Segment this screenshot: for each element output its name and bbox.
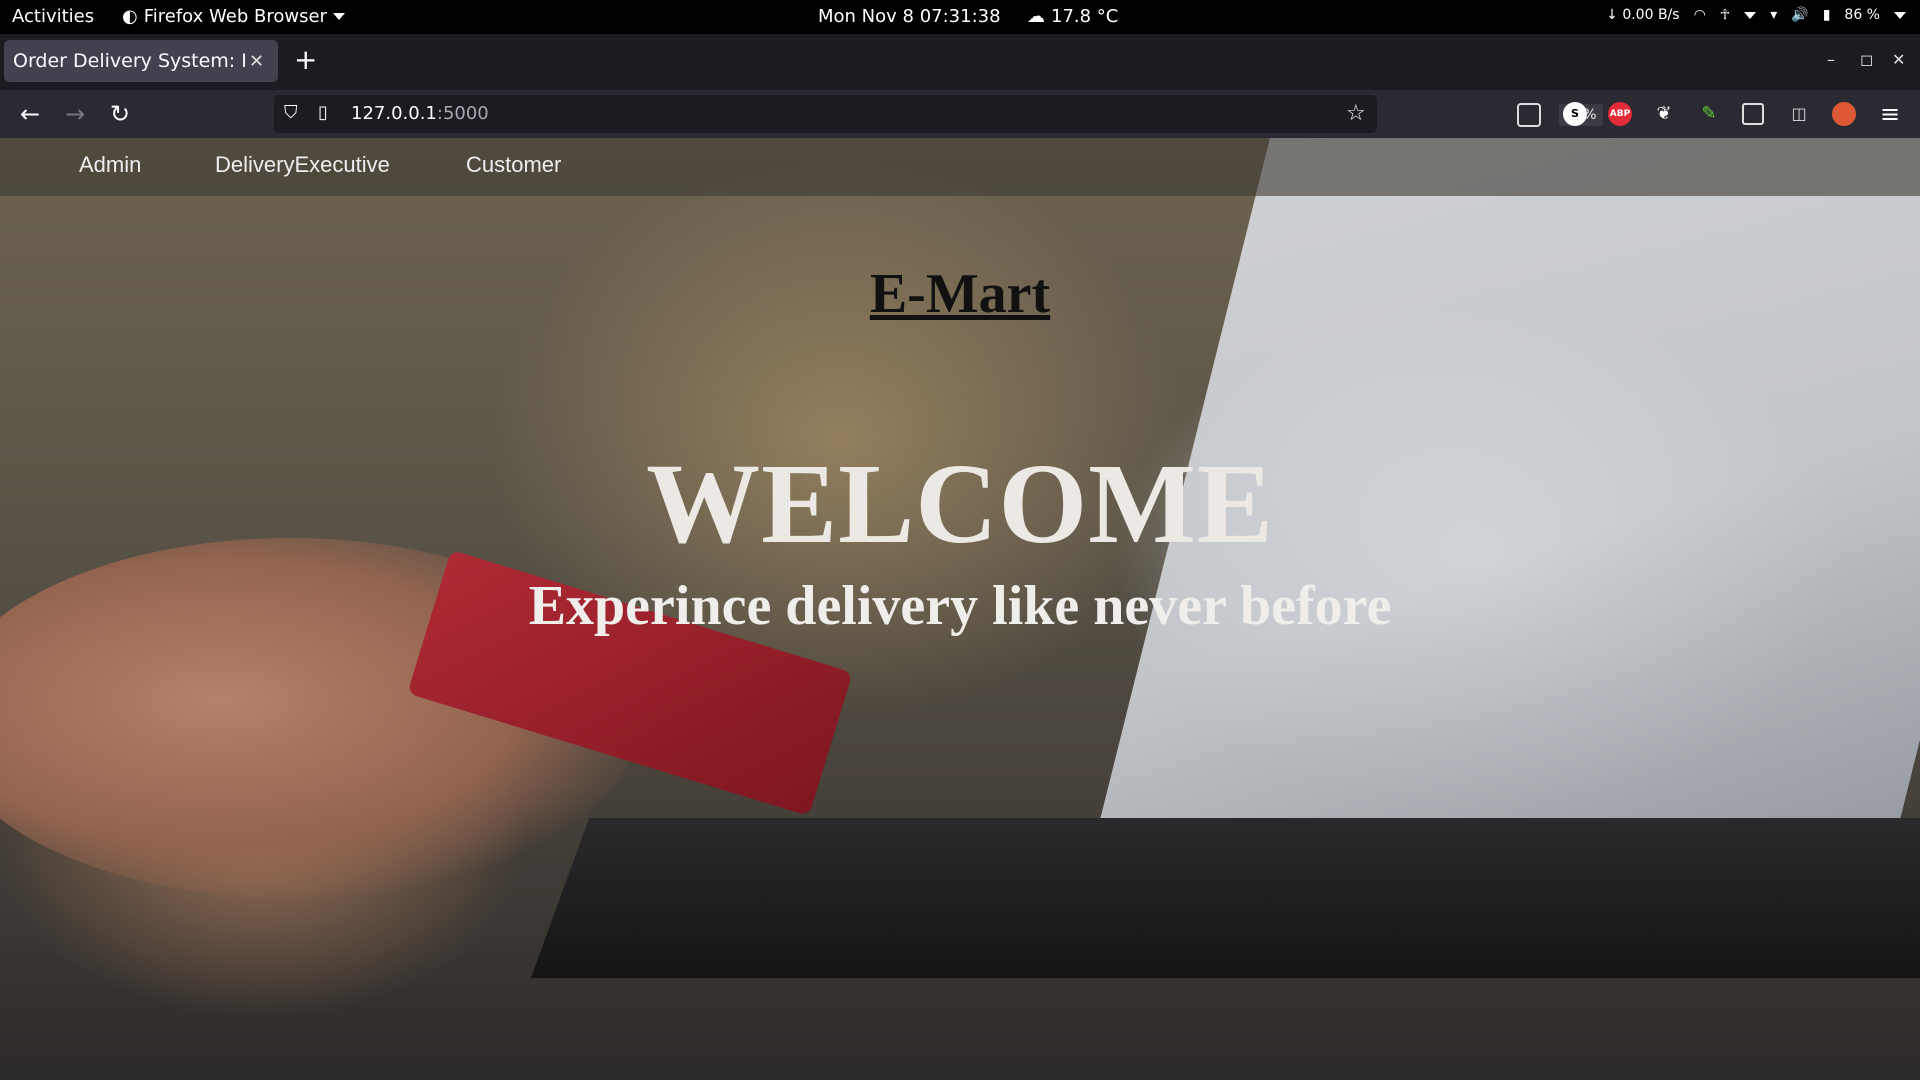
weather-indicator[interactable]: ☁ 17.8 °C	[1027, 6, 1118, 27]
net-speed: ↓ 0.00 B/s	[1606, 7, 1680, 23]
firefox-icon: ◐	[122, 6, 138, 27]
reload-button[interactable]: ↻	[106, 100, 134, 128]
duckduckgo-icon[interactable]	[1832, 102, 1856, 126]
activities-button[interactable]: Activities	[12, 6, 94, 27]
wifi-signal-icon: ▾	[1770, 7, 1778, 23]
back-button[interactable]: ←	[16, 100, 44, 128]
minimize-icon[interactable]: –	[1827, 50, 1835, 69]
nav-delivery-executive-link[interactable]: DeliveryExecutive	[215, 152, 390, 178]
window-close-icon[interactable]: ✕	[1892, 50, 1905, 69]
tagline: Experince delivery like never before	[528, 575, 1392, 637]
url-text[interactable]: 127.0.0.1:5000	[351, 103, 489, 124]
system-top-bar: Activities ◐ Firefox Web Browser Mon Nov…	[0, 0, 1920, 34]
hero-keyboard-image	[530, 818, 1920, 978]
pocket-icon[interactable]	[1517, 103, 1541, 127]
chevron-down-icon[interactable]	[1744, 11, 1757, 19]
shield-icon[interactable]: ⛉	[284, 102, 298, 123]
battery-level: 86 %	[1844, 7, 1880, 23]
system-tray[interactable]: ↓ 0.00 B/s ◠ ☥ ▾ 🔊 ▮ 86 %	[1606, 7, 1906, 23]
page-icon[interactable]: ▯	[318, 102, 328, 123]
navigation-toolbar: ← → ↻ ⛉ ▯ 127.0.0.1:5000 90% ☆ S ABP ❦ ✎…	[0, 90, 1920, 138]
maximize-icon[interactable]: ◻	[1860, 50, 1873, 69]
hamburger-menu-icon[interactable]: ≡	[1876, 100, 1904, 128]
tab-title: Order Delivery System: Home	[13, 50, 245, 72]
battery-icon: ▮	[1822, 7, 1831, 23]
url-port: :5000	[436, 103, 489, 124]
site-navbar: Admin DeliveryExecutive Customer	[0, 138, 1920, 196]
extension-leaf-icon[interactable]: ❦	[1652, 102, 1676, 126]
volume-icon: 🔊	[1791, 7, 1809, 23]
reader-icon[interactable]	[1742, 103, 1764, 125]
app-menu-label: Firefox Web Browser	[143, 6, 327, 27]
app-menu[interactable]: ◐ Firefox Web Browser	[122, 6, 345, 27]
extension-glasses-icon[interactable]: ◫	[1787, 102, 1811, 126]
url-host: 127.0.0.1	[351, 103, 437, 124]
weather-temp: 17.8 °C	[1051, 6, 1119, 27]
nav-admin-link[interactable]: Admin	[79, 152, 141, 178]
brand-title[interactable]: E-Mart	[0, 262, 1920, 326]
welcome-heading: WELCOME	[646, 440, 1274, 567]
extension-pencil-icon[interactable]: ✎	[1697, 102, 1721, 126]
chevron-down-icon	[332, 13, 345, 20]
chevron-down-icon[interactable]	[1894, 11, 1906, 19]
star-bookmark-icon[interactable]: ☆	[1346, 101, 1366, 126]
adblock-plus-icon[interactable]: ABP	[1608, 102, 1632, 126]
page-content: Admin DeliveryExecutive Customer E-Mart …	[0, 138, 1920, 1080]
tab-strip: Order Delivery System: Home ✕ + – ◻ ✕	[0, 34, 1920, 90]
close-tab-icon[interactable]: ✕	[249, 51, 264, 72]
wifi-icon: ◠	[1693, 7, 1706, 23]
url-bar[interactable]: ⛉ ▯ 127.0.0.1:5000 90% ☆	[274, 95, 1603, 133]
forward-button[interactable]: →	[61, 100, 89, 128]
accessibility-icon[interactable]: ☥	[1720, 7, 1730, 23]
extension-s-icon[interactable]: S	[1563, 102, 1587, 126]
nav-customer-link[interactable]: Customer	[466, 152, 561, 178]
weather-icon: ☁	[1027, 6, 1045, 27]
browser-tab[interactable]: Order Delivery System: Home ✕	[4, 40, 278, 82]
clock[interactable]: Mon Nov 8 07:31:38	[818, 6, 1001, 27]
new-tab-button[interactable]: +	[294, 46, 317, 74]
